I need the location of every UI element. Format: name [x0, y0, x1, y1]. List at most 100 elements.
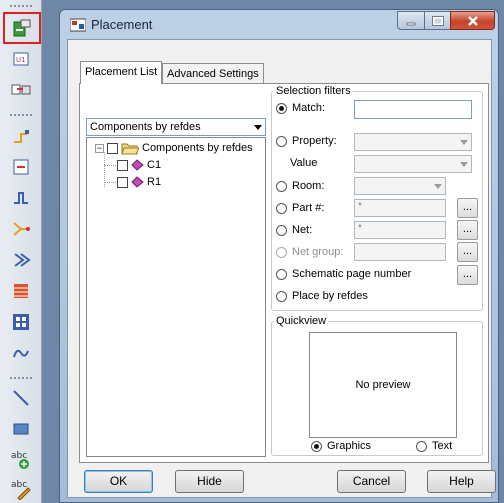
schematic-page-radio[interactable]	[276, 268, 287, 280]
swap-tool-button[interactable]	[9, 78, 33, 102]
close-button[interactable]	[450, 11, 495, 30]
component-icon	[131, 176, 144, 188]
add-connect-button[interactable]	[9, 124, 33, 148]
add-text-button[interactable]: abc	[9, 448, 33, 472]
add-text-icon: abc	[11, 451, 29, 469]
component-tree[interactable]: − Components by refdes C1 R1	[86, 137, 266, 457]
maximize-icon	[431, 15, 444, 26]
delay-tune-button[interactable]	[9, 248, 33, 272]
part-input[interactable]: *	[354, 199, 446, 217]
list-mode-dropdown[interactable]: Components by refdes	[86, 118, 266, 136]
text-option[interactable]: Text	[416, 438, 452, 454]
fanout-icon	[13, 222, 30, 236]
net-filter[interactable]: Net:	[276, 222, 312, 238]
group-icon	[13, 314, 29, 330]
net-radio[interactable]	[276, 224, 287, 236]
part-label: Part #:	[292, 202, 325, 214]
placement-dialog: Placement Placement List Advanced Settin…	[59, 9, 499, 503]
netgroup-input	[354, 243, 446, 261]
shape-fill-button[interactable]	[9, 279, 33, 303]
palette-grip[interactable]	[9, 4, 33, 8]
dropdown-value: Components by refdes	[90, 121, 201, 133]
net-browse-button[interactable]: ...	[457, 220, 478, 240]
selection-filters-legend: Selection filters	[274, 85, 353, 97]
match-label: Match:	[292, 102, 326, 114]
hide-button[interactable]: Hide	[175, 470, 244, 493]
line-button[interactable]	[9, 386, 33, 410]
tree-item-checkbox[interactable]	[117, 176, 128, 188]
graphics-radio[interactable]	[311, 440, 322, 452]
property-radio[interactable]	[276, 135, 287, 147]
maximize-button[interactable]	[424, 11, 451, 30]
property-filter[interactable]: Property:	[276, 133, 337, 149]
edit-text-button[interactable]: abc	[9, 477, 33, 501]
part-placeholder: *	[358, 201, 362, 212]
rectangle-button[interactable]	[9, 417, 33, 441]
match-radio[interactable]	[276, 102, 287, 114]
net-label: Net:	[292, 224, 313, 236]
text-radio[interactable]	[416, 440, 427, 452]
window-title: Placement	[91, 17, 153, 32]
match-input[interactable]	[354, 100, 472, 119]
cancel-button[interactable]: Cancel	[337, 470, 406, 493]
folder-open-icon	[121, 143, 139, 154]
placement-tool-button[interactable]	[3, 12, 41, 44]
value-label: Value	[290, 157, 318, 169]
property-dropdown[interactable]	[354, 133, 472, 151]
slide-button[interactable]	[9, 155, 33, 179]
chevron-down-icon	[251, 119, 265, 135]
close-icon	[467, 15, 478, 26]
netgroup-browse-button[interactable]: ...	[457, 242, 478, 262]
value-dropdown[interactable]	[354, 155, 472, 173]
tab-placement-list[interactable]: Placement List	[80, 61, 163, 84]
refdes-tool-button[interactable]: U1	[9, 47, 33, 71]
palette-grip[interactable]	[9, 113, 33, 117]
schematic-page-browse-button[interactable]: ...	[457, 265, 478, 285]
fanout-button[interactable]	[9, 217, 33, 241]
schematic-page-filter[interactable]: Schematic page number	[276, 266, 411, 282]
tree-item-label: R1	[147, 176, 162, 188]
collapse-icon[interactable]: −	[95, 143, 104, 153]
route-button[interactable]	[9, 186, 33, 210]
property-label: Property:	[292, 135, 337, 147]
place-by-refdes-radio[interactable]	[276, 290, 287, 302]
tree-item[interactable]: C1	[117, 158, 161, 172]
tab-advanced-settings[interactable]: Advanced Settings	[162, 63, 264, 84]
part-filter[interactable]: Part #:	[276, 200, 324, 216]
ok-button[interactable]: OK	[84, 470, 153, 493]
tool-palette: U1 abc abc	[0, 0, 42, 503]
app-icon	[70, 18, 86, 32]
place-by-refdes-filter[interactable]: Place by refdes	[276, 288, 368, 304]
minimize-button[interactable]	[397, 11, 425, 30]
help-button[interactable]: Help	[427, 470, 496, 493]
component-icon	[131, 159, 144, 171]
tree-item-checkbox[interactable]	[117, 159, 128, 171]
place-by-refdes-label: Place by refdes	[292, 290, 368, 302]
tree-item[interactable]: R1	[117, 175, 161, 189]
room-filter[interactable]: Room:	[276, 178, 324, 194]
tree-item-label: C1	[147, 159, 162, 171]
spread-button[interactable]	[9, 341, 33, 365]
room-radio[interactable]	[276, 180, 287, 192]
delay-tune-icon	[14, 253, 31, 267]
swap-icon	[11, 84, 31, 95]
tree-root-checkbox[interactable]	[107, 142, 118, 154]
room-dropdown[interactable]	[354, 177, 446, 195]
net-input[interactable]: *	[354, 221, 446, 239]
quickview-preview: No preview	[309, 332, 457, 438]
tree-root[interactable]: − Components by refdes	[95, 141, 253, 155]
part-browse-button[interactable]: ...	[457, 198, 478, 218]
spread-icon	[13, 349, 29, 358]
dialog-client-area: Placement List Advanced Settings Compone…	[67, 39, 496, 498]
title-bar[interactable]: Placement	[60, 10, 498, 38]
netgroup-filter: Net group:	[276, 244, 343, 260]
palette-grip[interactable]	[9, 376, 33, 380]
svg-text:abc: abc	[11, 480, 27, 490]
match-filter[interactable]: Match:	[276, 100, 325, 116]
part-radio[interactable]	[276, 202, 287, 214]
group-button[interactable]	[9, 310, 33, 334]
schematic-page-label: Schematic page number	[292, 268, 412, 280]
line-icon	[13, 390, 29, 406]
graphics-option[interactable]: Graphics	[311, 438, 371, 454]
chevron-down-icon	[430, 178, 445, 194]
